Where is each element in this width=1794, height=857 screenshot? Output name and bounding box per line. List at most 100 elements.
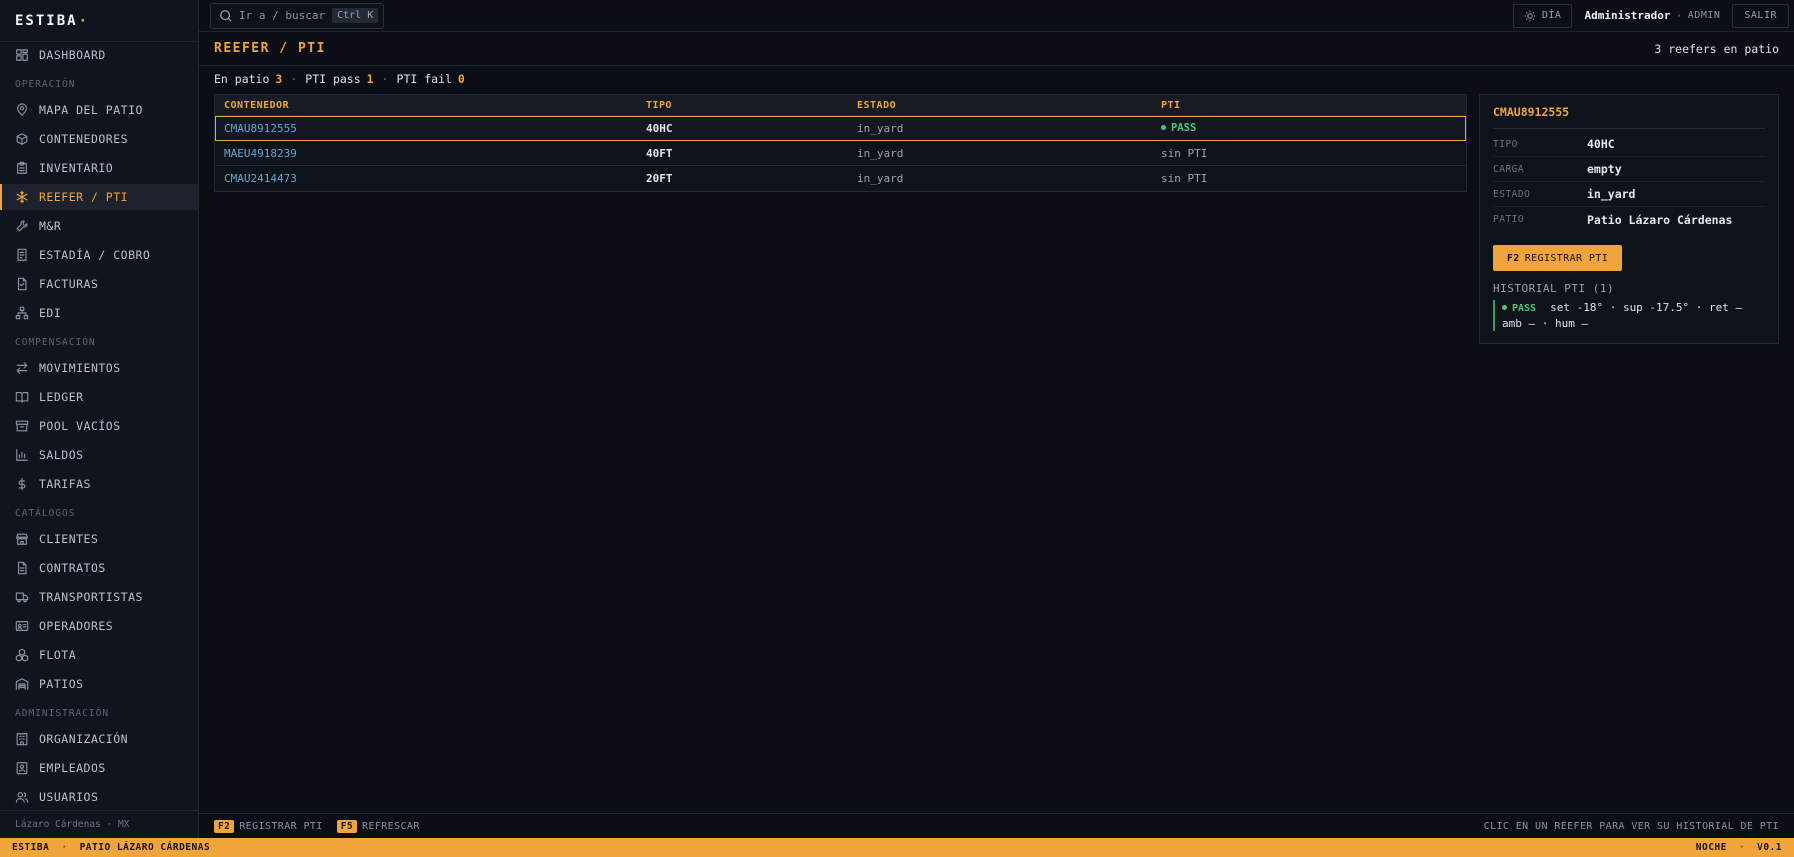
sidebar-item-edi[interactable]: EDI (0, 300, 198, 326)
column-header-container[interactable]: CONTENEDOR (215, 100, 646, 111)
page-title: REEFER / PTI (214, 41, 326, 56)
detail-title: CMAU8912555 (1493, 95, 1765, 129)
detail-field-key: ESTADO (1493, 188, 1531, 200)
detail-field: PATIO Patio Lázaro Cárdenas (1493, 207, 1765, 232)
sidebar-item-inventario[interactable]: INVENTARIO (0, 155, 198, 181)
sidebar-item-facturas[interactable]: FACTURAS (0, 271, 198, 297)
app-logo[interactable]: ESTIBA · (0, 0, 198, 42)
summary-in-yard-value: 3 (275, 72, 283, 86)
detail-field-key: TIPO (1493, 138, 1518, 150)
nav-section-heading: OPERACIÓN (15, 78, 76, 90)
sidebar-item-operadores[interactable]: OPERADORES (0, 613, 198, 639)
status-app: ESTIBA (12, 842, 50, 853)
sidebar-item-label: ESTADÍA / COBRO (39, 248, 151, 262)
sidebar-item-label: INVENTARIO (39, 161, 114, 175)
user-separator: · (1675, 8, 1683, 23)
sidebar-item-label: M&R (39, 219, 62, 233)
history-readings: set -18° · sup -17.5° · ret — (1550, 301, 1743, 314)
search-shortcut: Ctrl K (332, 8, 379, 23)
archive-icon (14, 419, 29, 434)
detail-fields: TIPO 40HC CARGA empty ESTADO in_yard PATIO Pati… (1493, 132, 1765, 232)
cell-state: in_yard (857, 121, 904, 135)
sidebar-item-ledger[interactable]: LEDGER (0, 384, 198, 410)
search-placeholder: Ir a / buscar (239, 9, 326, 22)
sidebar-item-label: CLIENTES (39, 532, 99, 546)
brand-mark: · (78, 12, 90, 29)
box-icon (14, 132, 29, 147)
dashboard-icon (14, 48, 29, 63)
sidebar-item-saldos[interactable]: SALDOS (0, 442, 198, 468)
sidebar-item-label: EDI (39, 306, 62, 320)
summary-fail-label: PTI fail (396, 72, 452, 86)
cell-container-link[interactable]: CMAU2414473 (215, 172, 646, 185)
sidebar-footer: Lázaro Cárdenas · MX (0, 810, 198, 838)
sidebar-item-empleados[interactable]: EMPLEADOS (0, 755, 198, 781)
cell-type: 40FT (646, 146, 673, 160)
cell-pti-label: PASS (1171, 122, 1197, 134)
status-separator: · (61, 842, 68, 853)
sidebar-item-reefer[interactable]: REEFER / PTI (0, 184, 198, 210)
theme-toggle-button[interactable]: DÍA (1512, 3, 1573, 28)
summary-pass-label: PTI pass (305, 72, 361, 86)
dollar-icon (14, 477, 29, 492)
detail-field-value: 40HC (1587, 137, 1615, 151)
column-header-state[interactable]: ESTADO (857, 100, 1161, 111)
user-name: Administrador (1584, 9, 1671, 22)
cell-type: 40HC (646, 121, 673, 135)
sidebar-item-estadia[interactable]: ESTADÍA / COBRO (0, 242, 198, 268)
search-input[interactable]: Ir a / buscar Ctrl K (210, 2, 384, 29)
summary-separator: · (290, 72, 298, 86)
sidebar-item-clientes[interactable]: CLIENTES (0, 526, 198, 552)
sidebar-item-label: EMPLEADOS (39, 761, 106, 775)
column-header-type[interactable]: TIPO (646, 100, 857, 111)
table-row[interactable]: CMAU2414473 20FT in_yard sin PTI (215, 166, 1466, 191)
topbar: Ir a / buscar Ctrl K DÍA Administrador ·… (199, 0, 1794, 32)
status-dot-icon (1502, 304, 1507, 310)
table-row[interactable]: MAEU4918239 40FT in_yard sin PTI (215, 141, 1466, 166)
hint-register-pti[interactable]: F2 REGISTRAR PTI (214, 819, 323, 833)
sidebar-item-label: ORGANIZACIÓN (39, 732, 129, 746)
detail-field-value: Patio Lázaro Cárdenas (1587, 212, 1733, 227)
sidebar-item-pool[interactable]: POOL VACÍOS (0, 413, 198, 439)
detail-field: TIPO 40HC (1493, 132, 1765, 157)
sidebar-item-label: PATIOS (39, 677, 84, 691)
building-icon (14, 732, 29, 747)
truck-icon (14, 590, 29, 605)
sidebar-item-myr[interactable]: M&R (0, 213, 198, 239)
sidebar-item-dashboard[interactable]: DASHBOARD (0, 42, 198, 68)
status-bar: ESTIBA · PATIO LÁZARO CÁRDENAS NOCHE · V… (0, 838, 1794, 857)
sidebar-item-contenedores[interactable]: CONTENEDORES (0, 126, 198, 152)
sidebar-item-flota[interactable]: FLOTA (0, 642, 198, 668)
clipboard-icon (14, 161, 29, 176)
column-header-pti[interactable]: PTI (1161, 100, 1466, 111)
logout-button[interactable]: SALIR (1732, 3, 1789, 28)
id-card-icon (14, 619, 29, 634)
sidebar-item-label: USUARIOS (39, 790, 99, 804)
sidebar-item-usuarios[interactable]: USUARIOS (0, 784, 198, 810)
register-pti-button[interactable]: F2 REGISTRAR PTI (1493, 245, 1622, 271)
sidebar-item-label: OPERADORES (39, 619, 114, 633)
cell-container-link[interactable]: CMAU8912555 (215, 122, 646, 135)
summary-in-yard-label: En patio (214, 72, 270, 86)
sidebar-item-contratos[interactable]: CONTRATOS (0, 555, 198, 581)
sidebar-item-mapa[interactable]: MAPA DEL PATIO (0, 97, 198, 123)
detail-field: ESTADO in_yard (1493, 182, 1765, 207)
sidebar-item-transportistas[interactable]: TRANSPORTISTAS (0, 584, 198, 610)
sidebar-item-patios[interactable]: PATIOS (0, 671, 198, 697)
sidebar-item-organizacion[interactable]: ORGANIZACIÓN (0, 726, 198, 752)
table-row[interactable]: CMAU8912555 40HC in_yard PASS (215, 116, 1466, 141)
reefer-count: 3 reefers en patio (1654, 41, 1779, 56)
cell-type: 20FT (646, 172, 673, 185)
sidebar-item-label: LEDGER (39, 390, 84, 404)
sidebar-item-movimientos[interactable]: MOVIMIENTOS (0, 355, 198, 381)
brand-name: ESTIBA (15, 12, 78, 29)
map-pin-icon (14, 103, 29, 118)
sidebar-item-tarifas[interactable]: TARIFAS (0, 471, 198, 497)
warehouse-icon (14, 677, 29, 692)
cell-container-link[interactable]: MAEU4918239 (215, 147, 646, 160)
sidebar-item-label: TRANSPORTISTAS (39, 590, 143, 604)
sidebar-item-label: SALDOS (39, 448, 84, 462)
sidebar-item-label: MAPA DEL PATIO (39, 103, 143, 117)
hint-refresh[interactable]: F5 REFRESCAR (336, 819, 420, 833)
f5-key: F5 (336, 819, 357, 833)
